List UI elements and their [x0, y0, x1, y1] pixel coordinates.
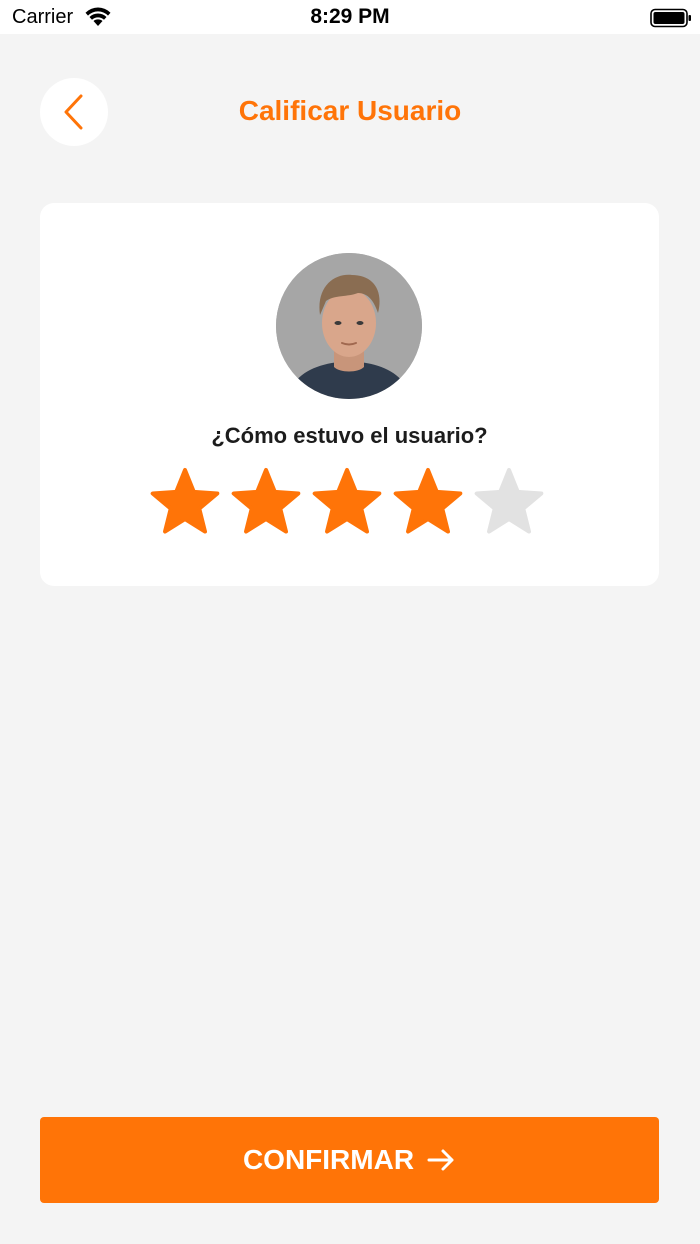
confirm-label: CONFIRMAR: [242, 1144, 415, 1175]
battery-icon: [650, 8, 691, 28]
page-title: Calificar Usuario: [238, 95, 462, 126]
avatar-portrait: [276, 253, 422, 399]
confirm-button[interactable]: CONFIRMAR: [40, 1117, 659, 1203]
status-time: 8:29 PM: [310, 5, 390, 28]
rating-card: ¿Cómo estuvo el usuario?: [40, 203, 659, 586]
screen: Carrier 8:29 PM Calificar Usuario ¿Cómo …: [0, 0, 700, 1244]
star-filled-icon[interactable]: [150, 467, 220, 537]
star-rating[interactable]: [150, 467, 550, 537]
star-empty-icon[interactable]: [474, 467, 544, 537]
status-bar: Carrier 8:29 PM: [0, 0, 700, 34]
star-filled-icon[interactable]: [312, 467, 382, 537]
rating-question: ¿Cómo estuvo el usuario?: [211, 423, 488, 448]
star-filled-icon[interactable]: [231, 467, 301, 537]
arrow-right-icon: [427, 1149, 454, 1171]
user-avatar: [276, 253, 422, 399]
star-filled-icon[interactable]: [393, 467, 463, 537]
